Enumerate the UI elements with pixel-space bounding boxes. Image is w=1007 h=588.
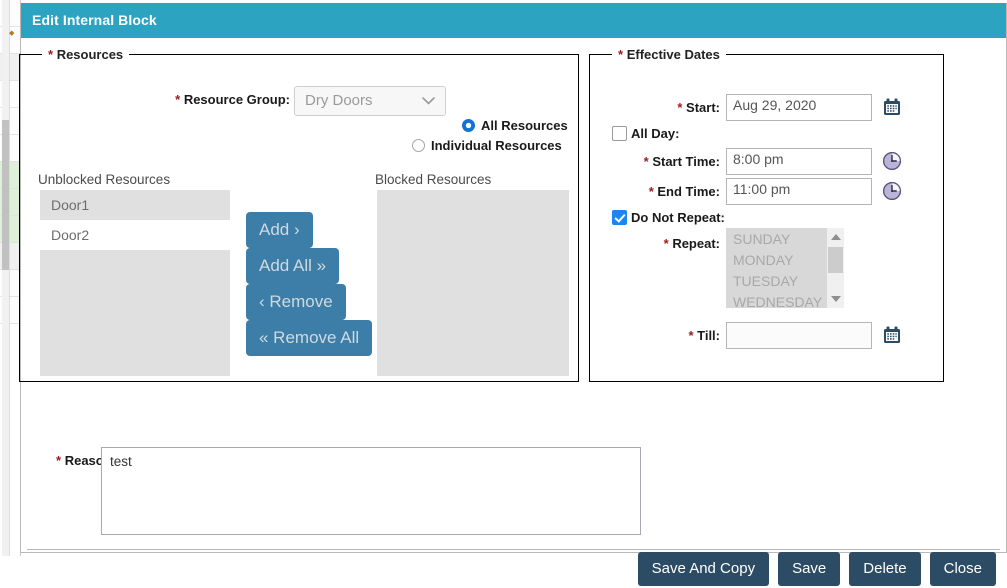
clock-icon[interactable] xyxy=(882,181,902,201)
end-time-label-text: End Time: xyxy=(657,184,720,199)
start-date-label-text: Start: xyxy=(686,100,720,115)
list-item[interactable]: TUESDAY xyxy=(726,271,827,292)
add-button[interactable]: Add › xyxy=(246,212,313,248)
remove-button[interactable]: ‹ Remove xyxy=(246,284,346,320)
resources-panel-legend: * Resources xyxy=(42,47,129,62)
scrollbar-thumb[interactable] xyxy=(828,247,843,273)
scroll-down-arrow-icon[interactable] xyxy=(830,296,841,302)
repeat-label-text: Repeat: xyxy=(672,236,720,251)
background-scrollbar[interactable] xyxy=(2,0,10,556)
required-marker: * xyxy=(175,92,181,107)
effective-dates-panel-legend-text: Effective Dates xyxy=(626,47,720,62)
unblocked-resources-list[interactable]: Door1 Door2 xyxy=(40,190,230,376)
start-time-label: * Start Time: xyxy=(610,154,720,169)
till-date-label-text: Till: xyxy=(697,328,720,343)
checkbox-checked-icon xyxy=(612,210,627,225)
radio-all-resources-label: All Resources xyxy=(481,118,568,133)
till-date-input[interactable] xyxy=(726,322,872,349)
repeat-days-options: SUNDAY MONDAY TUESDAY WEDNESDAY xyxy=(726,228,827,308)
calendar-icon[interactable] xyxy=(882,97,902,117)
resource-group-value: Dry Doors xyxy=(305,92,373,109)
start-time-label-text: Start Time: xyxy=(652,154,720,169)
remove-all-button[interactable]: « Remove All xyxy=(246,320,373,356)
background-marker-icon: ◆ xyxy=(9,30,15,37)
clock-icon[interactable] xyxy=(882,151,902,171)
do-not-repeat-checkbox[interactable]: Do Not Repeat: xyxy=(612,210,725,225)
effective-dates-panel-legend: * Effective Dates xyxy=(612,47,726,62)
close-button[interactable]: Close xyxy=(929,552,996,586)
radio-off-icon xyxy=(412,139,425,152)
required-marker: * xyxy=(643,154,649,169)
required-marker: * xyxy=(618,47,624,62)
all-day-checkbox[interactable]: All Day: xyxy=(612,126,679,141)
do-not-repeat-label: Do Not Repeat: xyxy=(631,210,725,225)
required-marker: * xyxy=(56,453,62,468)
required-marker: * xyxy=(48,47,54,62)
repeat-days-listbox[interactable]: SUNDAY MONDAY TUESDAY WEDNESDAY xyxy=(726,228,844,308)
till-date-label: * Till: xyxy=(610,328,720,343)
end-time-input[interactable]: 11:00 pm xyxy=(726,178,872,205)
required-marker: * xyxy=(648,184,654,199)
scroll-up-arrow-icon[interactable] xyxy=(830,234,841,240)
required-marker: * xyxy=(663,236,669,251)
dialog-body: * Resources * Resource Group: Dry Doors xyxy=(19,38,1006,586)
start-date-input[interactable]: Aug 29, 2020 xyxy=(726,94,872,121)
radio-all-resources[interactable]: All Resources xyxy=(462,118,568,133)
reason-textarea[interactable]: test xyxy=(101,447,641,535)
background-page: ◆ xyxy=(0,0,21,556)
start-time-input[interactable]: 8:00 pm xyxy=(726,148,872,175)
list-item[interactable]: MONDAY xyxy=(726,250,827,271)
save-button[interactable]: Save xyxy=(778,552,841,586)
radio-individual-resources-label: Individual Resources xyxy=(431,138,562,153)
chevron-down-icon xyxy=(422,87,435,115)
list-item[interactable]: Door1 xyxy=(40,190,230,220)
list-item[interactable]: WEDNESDAY xyxy=(726,292,827,308)
resources-panel: * Resources * Resource Group: Dry Doors xyxy=(19,47,579,382)
resource-group-select[interactable]: Dry Doors xyxy=(294,86,446,116)
repeat-label: * Repeat: xyxy=(610,236,720,251)
end-time-label: * End Time: xyxy=(610,184,720,199)
resources-panel-legend-text: Resources xyxy=(56,47,124,62)
unblocked-resources-caption: Unblocked Resources xyxy=(38,172,171,187)
start-date-label: * Start: xyxy=(610,100,720,115)
required-marker: * xyxy=(677,100,683,115)
calendar-icon[interactable] xyxy=(882,325,902,345)
checkbox-unchecked-icon xyxy=(612,126,627,141)
background-scrollbar-thumb[interactable] xyxy=(2,120,9,270)
resource-group-label: * Resource Group: xyxy=(150,92,290,107)
dialog-title: Edit Internal Block xyxy=(21,3,1006,38)
add-all-button[interactable]: Add All » xyxy=(246,248,340,284)
edit-internal-block-dialog: Edit Internal Block * Resources * Resour… xyxy=(19,3,1007,586)
blocked-resources-caption: Blocked Resources xyxy=(375,172,492,187)
all-day-label: All Day: xyxy=(631,126,680,141)
list-item[interactable]: SUNDAY xyxy=(726,229,827,250)
resource-group-label-text: Resource Group: xyxy=(183,92,290,107)
blocked-resources-list[interactable] xyxy=(377,190,569,376)
radio-on-icon xyxy=(462,119,475,132)
radio-individual-resources[interactable]: Individual Resources xyxy=(412,138,562,153)
save-and-copy-button[interactable]: Save And Copy xyxy=(637,552,770,586)
required-marker: * xyxy=(688,328,694,343)
delete-button[interactable]: Delete xyxy=(849,552,921,586)
effective-dates-panel: * Effective Dates * Start: Aug 29, 2020 xyxy=(589,47,944,382)
repeat-scrollbar[interactable] xyxy=(827,228,844,308)
list-item[interactable]: Door2 xyxy=(40,220,230,250)
